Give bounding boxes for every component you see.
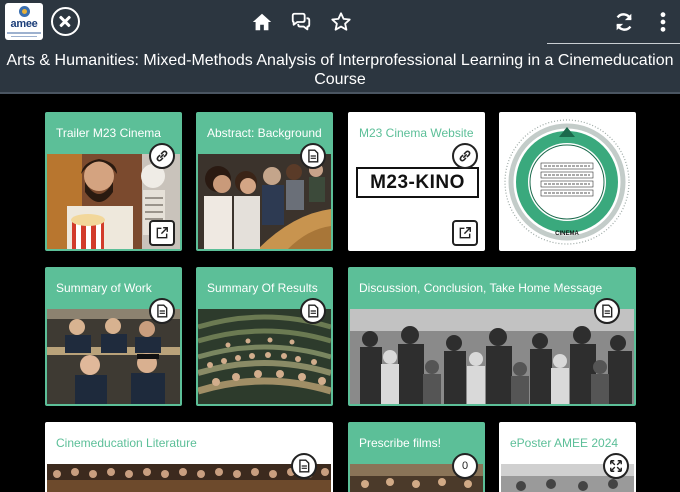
tile-title: Cinemeducation Literature <box>56 436 197 450</box>
counter-value: 0 <box>461 460 469 472</box>
title-bar: Arts & Humanities: Mixed-Methods Analysi… <box>0 44 680 94</box>
logo-seal-icon <box>19 6 30 17</box>
external-link-icon[interactable] <box>452 220 478 246</box>
tile-summary-of-work[interactable]: Summary of Work <box>45 267 182 406</box>
literature-image <box>47 464 331 492</box>
home-icon[interactable] <box>251 11 273 33</box>
link-icon[interactable] <box>149 143 175 169</box>
counter-badge[interactable]: 0 <box>452 453 478 479</box>
page-title: Arts & Humanities: Mixed-Methods Analysi… <box>6 52 674 88</box>
tile-m23-cinema-website[interactable]: M23 Cinema Website M23-KINO <box>348 112 485 251</box>
document-icon[interactable] <box>594 298 620 324</box>
diagram-label: CINEMA <box>555 231 579 237</box>
document-icon[interactable] <box>291 453 317 479</box>
circular-model-diagram: CINEMA <box>504 119 630 245</box>
star-icon[interactable] <box>330 11 352 33</box>
tile-trailer-m23-cinema[interactable]: Trailer M23 Cinema <box>45 112 182 251</box>
tile-cinemeducation-diagram[interactable]: CINEMA <box>499 112 636 251</box>
tile-cinemeducation-literature[interactable]: Cinemeducation Literature <box>45 422 333 492</box>
tile-abstract-background[interactable]: Abstract: Background <box>196 112 333 251</box>
refresh-icon[interactable] <box>613 11 635 33</box>
logo-text: amee <box>10 18 38 30</box>
expand-icon[interactable] <box>603 453 629 479</box>
tile-title: Discussion, Conclusion, Take Home Messag… <box>359 281 603 295</box>
link-icon[interactable] <box>452 143 478 169</box>
document-icon[interactable] <box>300 143 326 169</box>
chat-bubbles-icon[interactable] <box>290 11 312 33</box>
tile-eposter-amee-2024[interactable]: ePoster AMEE 2024 <box>499 422 636 492</box>
close-icon[interactable] <box>51 7 80 36</box>
tile-discussion-conclusion[interactable]: Discussion, Conclusion, Take Home Messag… <box>348 267 636 406</box>
document-icon[interactable] <box>300 298 326 324</box>
audience-photo <box>47 464 331 492</box>
external-link-icon[interactable] <box>149 220 175 246</box>
top-navigation-bar: amee <box>0 0 680 45</box>
document-icon[interactable] <box>149 298 175 324</box>
m23-kino-logo: M23-KINO <box>356 167 479 198</box>
tile-summary-of-results[interactable]: Summary Of Results <box>196 267 333 406</box>
discussion-image <box>350 309 634 404</box>
crowd-photo <box>350 309 634 404</box>
more-vertical-icon[interactable] <box>652 11 674 33</box>
amee-logo[interactable]: amee <box>5 3 43 40</box>
logo-tagline-mark <box>7 32 41 34</box>
tile-prescribe-films[interactable]: Prescribe films! 0 <box>348 422 485 492</box>
logo-tagline-mark-2 <box>11 36 37 37</box>
